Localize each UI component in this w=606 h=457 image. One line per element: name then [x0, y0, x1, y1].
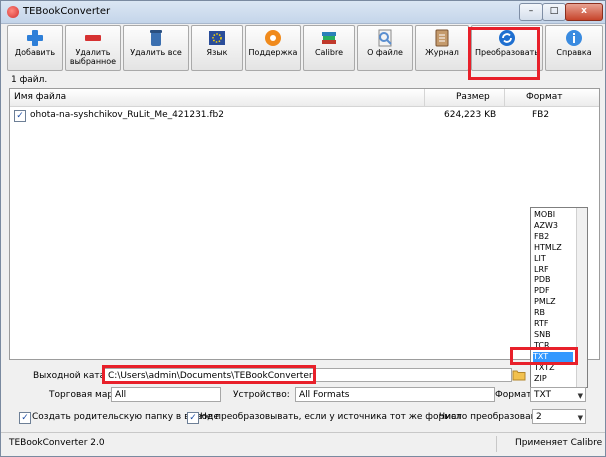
help-button-label: Справка — [556, 48, 592, 57]
title-bar[interactable]: TEBookConverter – □ x — [1, 1, 605, 24]
uses-calibre-label: Применяет Calibre — [515, 438, 603, 448]
add-button-label: Добавить — [14, 48, 56, 57]
txt-highlight-box — [510, 347, 578, 365]
file-checkbox[interactable]: ✓ — [14, 110, 26, 122]
remove-all-button-label: Удалить все — [130, 48, 182, 57]
format-label: Формат: — [495, 390, 535, 400]
file-size-cell: 624,223 KB — [444, 110, 497, 120]
file-list-header: Имя файла Размер Формат — [10, 89, 599, 107]
status-bar: TEBookConverter 2.0 Применяет Calibre — [1, 432, 605, 455]
add-button[interactable]: Добавить — [7, 25, 63, 71]
books-icon — [322, 32, 336, 44]
device-label: Устройство: — [233, 390, 290, 400]
column-header-name[interactable]: Имя файла — [14, 92, 66, 102]
column-divider — [504, 89, 505, 106]
output-path-highlight-box — [102, 365, 316, 384]
column-divider — [424, 89, 425, 106]
status-divider — [496, 436, 497, 452]
support-button-label: Поддержка — [248, 48, 298, 57]
version-label: TEBookConverter 2.0 — [9, 438, 105, 448]
folder-icon[interactable] — [512, 368, 526, 381]
format-option-lit[interactable]: LIT — [534, 254, 572, 264]
file-count: 1 файл. — [11, 75, 48, 85]
trash-icon — [150, 30, 162, 46]
format-option-rb[interactable]: RB — [534, 308, 572, 318]
magnifier-icon — [378, 29, 392, 47]
close-button[interactable]: x — [565, 3, 603, 21]
support-button[interactable]: Поддержка — [245, 25, 301, 71]
chevron-down-icon[interactable]: ▼ — [578, 411, 583, 425]
support-icon — [265, 30, 281, 46]
create-parent-folder-checkbox[interactable]: ✓ — [19, 412, 31, 424]
format-option-zip[interactable]: ZIP — [534, 374, 572, 384]
format-option-mobi[interactable]: MOBI — [534, 210, 572, 220]
device-select[interactable]: All Formats — [295, 387, 495, 402]
journal-button[interactable]: Журнал — [415, 25, 469, 71]
window-title: TEBookConverter — [23, 6, 111, 17]
about-file-button-label: О файле — [367, 48, 403, 57]
info-icon — [566, 30, 582, 46]
conversions-select[interactable]: 2 ▼ — [532, 409, 586, 424]
format-option-lrf[interactable]: LRF — [534, 265, 572, 275]
file-name-cell: ohota-na-syshchikov_RuLit_Me_421231.fb2 — [30, 110, 224, 120]
flag-icon — [209, 31, 225, 45]
skip-same-format-label: Не преобразовывать, если у источника тот… — [200, 412, 462, 422]
format-option-azw3[interactable]: AZW3 — [534, 221, 572, 231]
remove-selected-button[interactable]: Удалить выбранное — [65, 25, 121, 71]
format-option-htmlz[interactable]: HTMLZ — [534, 243, 572, 253]
column-header-format[interactable]: Формат — [526, 92, 563, 102]
format-option-fb2[interactable]: FB2 — [534, 232, 572, 242]
app-window: TEBookConverter – □ x Добавить Удалить в… — [0, 0, 606, 457]
table-row[interactable]: ✓ ohota-na-syshchikov_RuLit_Me_421231.fb… — [10, 108, 599, 124]
plus-icon — [27, 30, 43, 46]
format-option-pdb[interactable]: PDB — [534, 275, 572, 285]
format-option-pdf[interactable]: PDF — [534, 286, 572, 296]
brand-select-value: All — [115, 390, 127, 400]
column-header-size[interactable]: Размер — [456, 92, 490, 102]
help-button[interactable]: Справка — [545, 25, 603, 71]
calibre-button[interactable]: Calibre — [303, 25, 355, 71]
language-button-label: Язык — [206, 48, 228, 57]
calibre-button-label: Calibre — [314, 48, 344, 57]
conversions-select-value: 2 — [536, 412, 542, 422]
remove-selected-button-label: Удалить выбранное — [69, 48, 117, 66]
convert-highlight-box — [468, 27, 540, 80]
minus-icon — [85, 35, 101, 41]
maximize-button[interactable]: □ — [542, 3, 566, 21]
format-option-rtf[interactable]: RTF — [534, 319, 572, 329]
brand-select[interactable]: All — [111, 387, 221, 402]
chevron-down-icon[interactable]: ▼ — [578, 389, 583, 403]
language-button[interactable]: Язык — [191, 25, 243, 71]
about-file-button[interactable]: О файле — [357, 25, 413, 71]
journal-icon — [435, 29, 449, 47]
skip-same-format-checkbox[interactable]: ✓ — [187, 412, 199, 424]
minimize-button[interactable]: – — [519, 3, 543, 21]
journal-button-label: Журнал — [425, 48, 459, 57]
format-select[interactable]: TXT ▼ — [530, 387, 586, 402]
file-list[interactable]: Имя файла Размер Формат ✓ ohota-na-syshc… — [9, 88, 600, 360]
app-logo-icon — [7, 6, 19, 18]
format-option-pmlz[interactable]: PMLZ — [534, 297, 572, 307]
format-select-value: TXT — [534, 390, 552, 400]
remove-all-button[interactable]: Удалить все — [123, 25, 189, 71]
device-select-value: All Formats — [299, 390, 350, 400]
format-option-snb[interactable]: SNB — [534, 330, 572, 340]
file-format-cell: FB2 — [532, 110, 550, 120]
